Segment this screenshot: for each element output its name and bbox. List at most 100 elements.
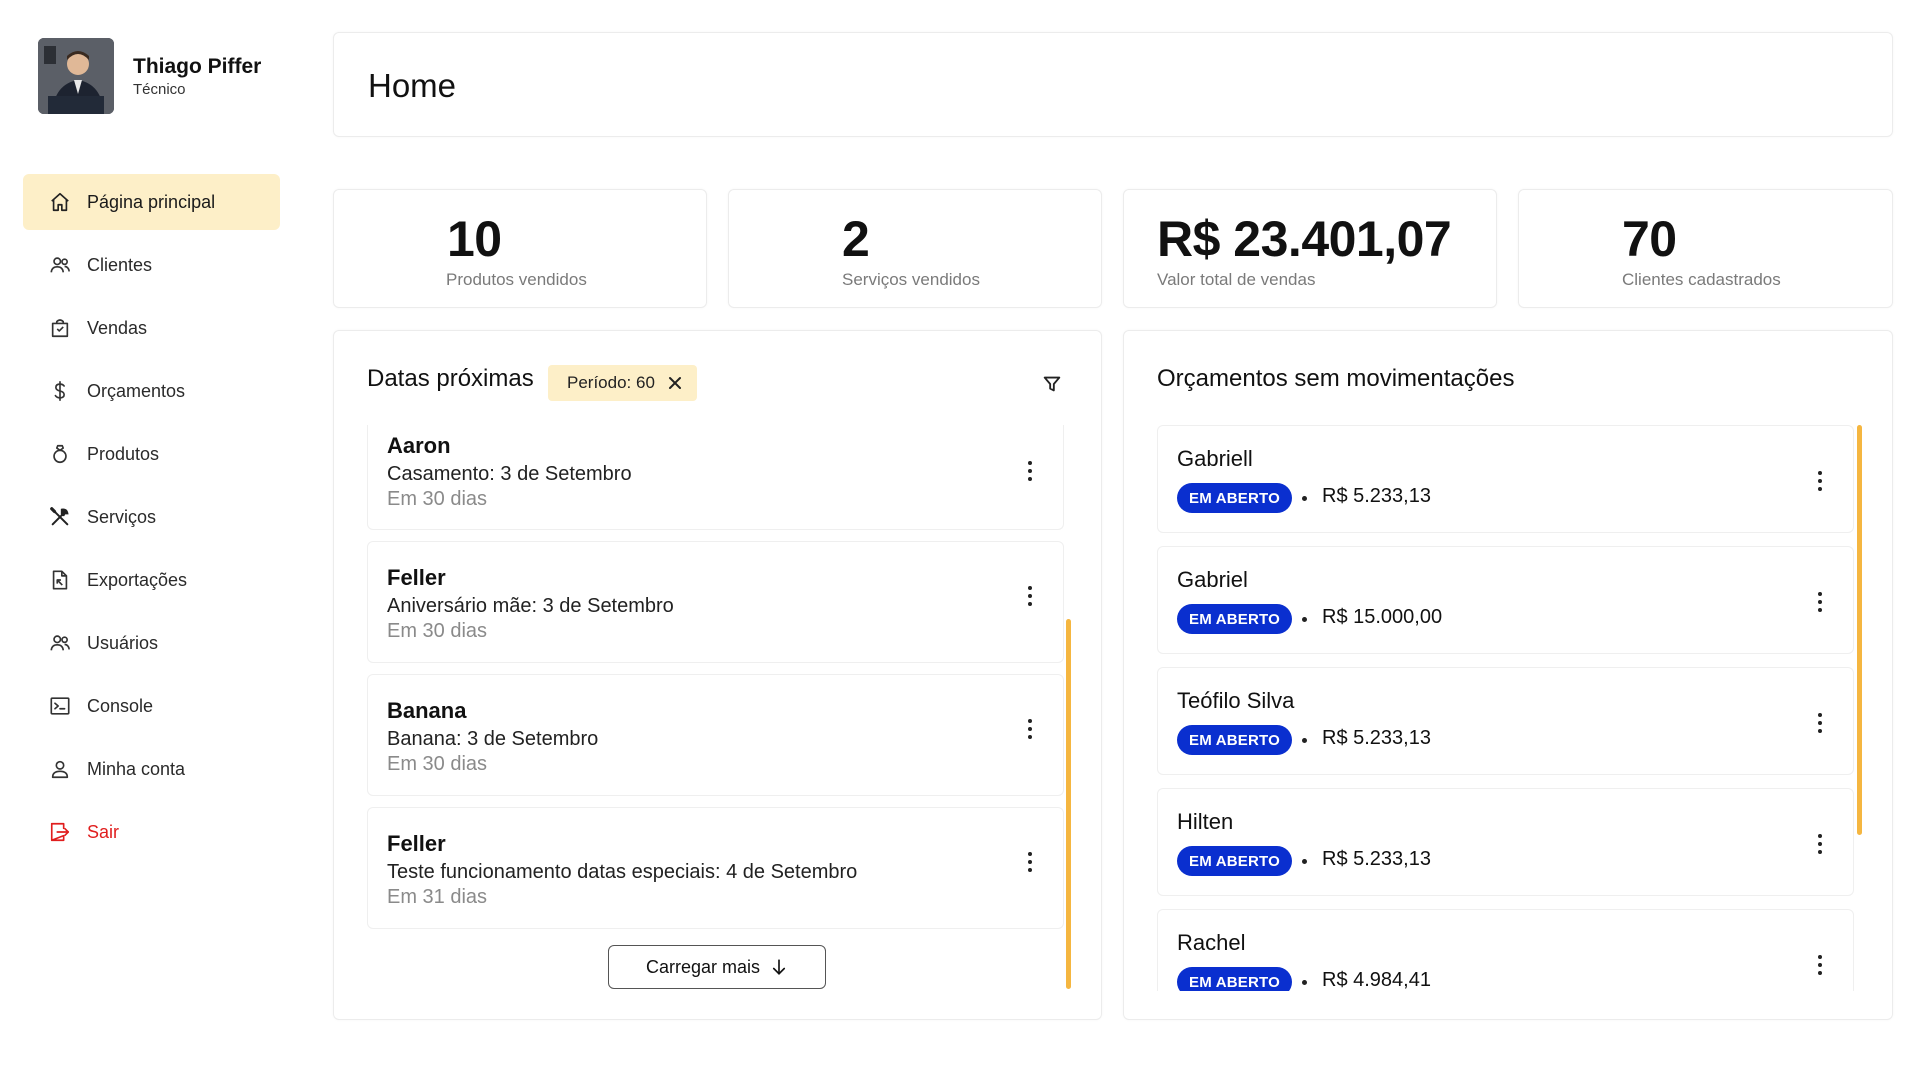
event-when: Em 30 dias: [387, 753, 488, 775]
event-person: Aaron: [387, 433, 451, 458]
stat-value: 2: [842, 211, 870, 267]
stat-label: Clientes cadastrados: [1622, 270, 1781, 289]
tools-icon: [49, 506, 71, 528]
more-options-icon[interactable]: [1817, 834, 1823, 854]
chip-label: Período: 60: [567, 373, 655, 392]
more-options-icon[interactable]: [1027, 852, 1033, 872]
list-item[interactable]: Feller Aniversário mãe: 3 de Setembro Em…: [367, 541, 1064, 663]
list-item[interactable]: Aaron Casamento: 3 de Setembro Em 30 dia…: [367, 425, 1064, 530]
scrollbar[interactable]: [1857, 425, 1862, 835]
status-badge: EM ABERTO: [1177, 604, 1292, 634]
file-export-icon: [49, 569, 71, 591]
more-options-icon[interactable]: [1817, 471, 1823, 491]
sidebar-item-label: Exportações: [87, 569, 188, 590]
event-description: Banana: 3 de Setembro: [387, 728, 599, 750]
separator-dot: [1302, 496, 1307, 501]
load-more-button[interactable]: Carregar mais: [608, 945, 826, 989]
event-description: Teste funcionamento datas especiais: 4 d…: [387, 861, 858, 883]
separator-dot: [1302, 980, 1307, 985]
users-icon: [49, 254, 71, 276]
load-more-label: Carregar mais: [645, 956, 761, 977]
list-item[interactable]: Teófilo Silva EM ABERTO R$ 5.233,13: [1157, 667, 1854, 775]
separator-dot: [1302, 617, 1307, 622]
more-options-icon[interactable]: [1817, 713, 1823, 733]
sidebar-item-minha-conta[interactable]: Minha conta: [23, 741, 280, 797]
separator-dot: [1302, 859, 1307, 864]
list-item[interactable]: Banana Banana: 3 de Setembro Em 30 dias: [367, 674, 1064, 796]
period-filter-chip[interactable]: Período: 60: [548, 365, 697, 401]
stale-quotes-list: Gabriell EM ABERTO R$ 5.233,13 Gabriel E…: [1157, 425, 1857, 991]
ring-icon: [49, 443, 71, 465]
stat-card-clientes-cadastrados: 70 Clientes cadastrados: [1518, 189, 1893, 308]
event-when: Em 30 dias: [387, 620, 488, 642]
quote-client: Hilten: [1177, 809, 1234, 834]
list-item[interactable]: Hilten EM ABERTO R$ 5.233,13: [1157, 788, 1854, 896]
sidebar-item-label: Serviços: [87, 506, 157, 527]
sidebar-item-label: Orçamentos: [87, 380, 186, 401]
close-icon[interactable]: [667, 375, 683, 391]
list-item[interactable]: Gabriell EM ABERTO R$ 5.233,13: [1157, 425, 1854, 533]
status-badge: EM ABERTO: [1177, 725, 1292, 755]
stat-value: R$ 23.401,07: [1157, 211, 1452, 267]
event-description: Aniversário mãe: 3 de Setembro: [387, 595, 674, 617]
arrow-down-icon: [772, 959, 786, 975]
sidebar-item-orcamentos[interactable]: Orçamentos: [23, 363, 280, 419]
separator-dot: [1302, 738, 1307, 743]
sidebar-item-label: Console: [87, 695, 154, 716]
user-profile[interactable]: Thiago Piffer Técnico: [38, 38, 261, 114]
sidebar-item-pagina-principal[interactable]: Página principal: [23, 174, 280, 230]
quote-client: Gabriell: [1177, 446, 1253, 471]
event-when: Em 30 dias: [387, 488, 488, 510]
list-item[interactable]: Feller Teste funcionamento datas especia…: [367, 807, 1064, 929]
quote-client: Gabriel: [1177, 567, 1248, 592]
sidebar-item-clientes[interactable]: Clientes: [23, 237, 280, 293]
stale-quotes-panel: Orçamentos sem movimentações Gabriell EM…: [1123, 330, 1893, 1020]
more-options-icon[interactable]: [1027, 586, 1033, 606]
sidebar-item-usuarios[interactable]: Usuários: [23, 615, 280, 671]
sidebar-item-exportacoes[interactable]: Exportações: [23, 552, 280, 608]
stat-label: Produtos vendidos: [446, 270, 587, 289]
more-options-icon[interactable]: [1027, 461, 1033, 481]
shopping-bag-icon: [49, 317, 71, 339]
sidebar-item-label: Vendas: [87, 317, 148, 338]
quote-value: R$ 4.984,41: [1322, 969, 1431, 991]
stat-value: 70: [1622, 211, 1677, 267]
event-description: Casamento: 3 de Setembro: [387, 463, 632, 485]
stat-card-valor-total: R$ 23.401,07 Valor total de vendas: [1123, 189, 1497, 308]
list-item[interactable]: Gabriel EM ABERTO R$ 15.000,00: [1157, 546, 1854, 654]
sidebar-nav: Página principal Clientes Vendas Orçamen…: [23, 174, 280, 867]
sidebar-item-sair[interactable]: Sair: [23, 804, 280, 860]
sidebar: Thiago Piffer Técnico Página principal C…: [0, 0, 300, 1080]
event-person: Feller: [387, 831, 446, 856]
scrollbar[interactable]: [1066, 619, 1071, 989]
sidebar-item-vendas[interactable]: Vendas: [23, 300, 280, 356]
more-options-icon[interactable]: [1027, 719, 1033, 739]
quote-value: R$ 5.233,13: [1322, 485, 1431, 507]
users-icon: [49, 632, 71, 654]
upcoming-dates-panel: Datas próximas Período: 60 Aaron Casamen…: [333, 330, 1102, 1020]
quote-value: R$ 5.233,13: [1322, 848, 1431, 870]
more-options-icon[interactable]: [1817, 955, 1823, 975]
sidebar-item-label: Clientes: [87, 254, 153, 275]
filter-icon[interactable]: [1041, 373, 1063, 395]
list-item[interactable]: Rachel EM ABERTO R$ 4.984,41: [1157, 909, 1854, 991]
sidebar-item-console[interactable]: Console: [23, 678, 280, 734]
stat-card-produtos-vendidos: 10 Produtos vendidos: [333, 189, 707, 308]
user-name: Thiago Piffer: [133, 54, 262, 78]
user-role: Técnico: [133, 80, 186, 98]
sidebar-item-servicos[interactable]: Serviços: [23, 489, 280, 545]
user-icon: [49, 758, 71, 780]
stat-card-servicos-vendidos: 2 Serviços vendidos: [728, 189, 1102, 308]
sidebar-item-label: Minha conta: [87, 758, 186, 779]
status-badge: EM ABERTO: [1177, 846, 1292, 876]
sidebar-item-produtos[interactable]: Produtos: [23, 426, 280, 482]
status-badge: EM ABERTO: [1177, 967, 1292, 991]
event-when: Em 31 dias: [387, 886, 488, 908]
event-person: Feller: [387, 565, 446, 590]
avatar: [38, 38, 114, 114]
sidebar-item-label: Sair: [87, 821, 120, 842]
more-options-icon[interactable]: [1817, 592, 1823, 612]
quote-client: Teófilo Silva: [1177, 688, 1295, 713]
terminal-icon: [49, 695, 71, 717]
sidebar-item-label: Página principal: [87, 191, 216, 212]
